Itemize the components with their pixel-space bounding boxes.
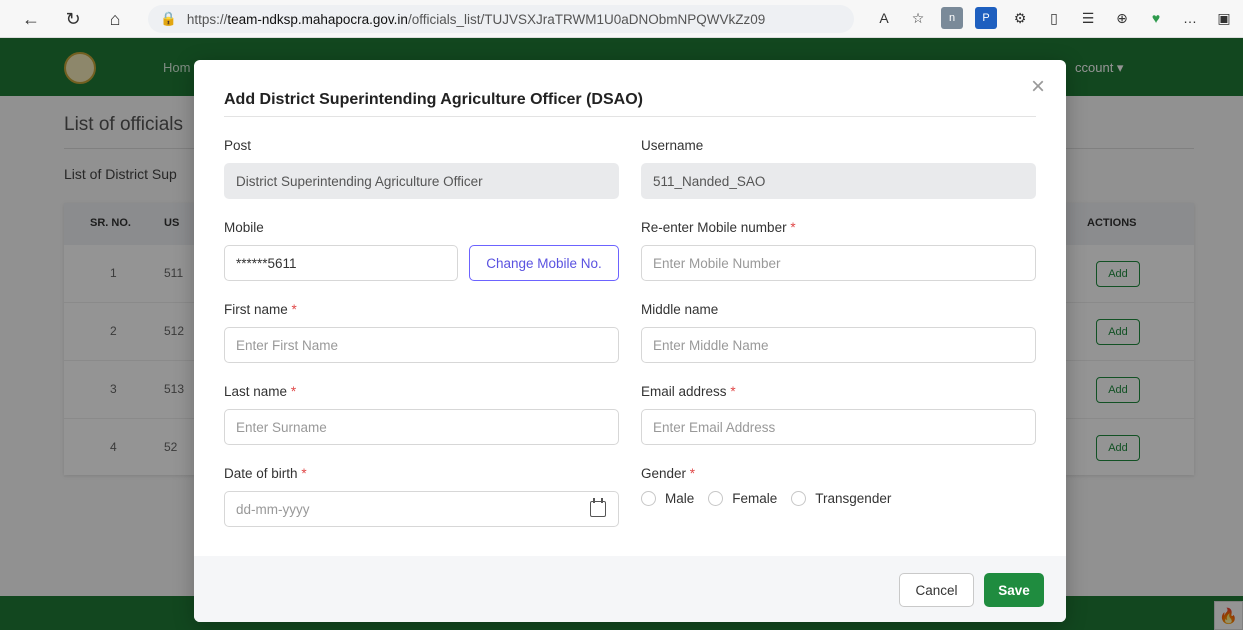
dob-placeholder: dd-mm-yyyy bbox=[236, 501, 310, 517]
lock-icon: 🔒 bbox=[160, 11, 177, 26]
url-prefix: https:// bbox=[186, 11, 228, 27]
first-name-label: First name * bbox=[224, 302, 297, 317]
required-marker: * bbox=[290, 384, 297, 399]
last-name-label-text: Last name bbox=[224, 384, 288, 399]
extension-blue-icon[interactable]: P bbox=[975, 7, 997, 29]
first-name-label-text: First name bbox=[224, 302, 288, 317]
gender-male-label[interactable]: Male bbox=[665, 491, 694, 506]
divider bbox=[224, 116, 1036, 117]
post-field: District Superintending Agriculture Offi… bbox=[224, 163, 619, 199]
gender-radio-group: Male Female Transgender bbox=[641, 491, 905, 506]
required-marker: * bbox=[301, 466, 307, 481]
save-button[interactable]: Save bbox=[984, 573, 1044, 607]
address-bar[interactable]: 🔒 https:// team-ndksp.mahapocra.gov.in /… bbox=[148, 5, 854, 33]
required-marker: * bbox=[689, 466, 696, 481]
close-icon[interactable]: × bbox=[1026, 75, 1050, 100]
gender-label: Gender * bbox=[641, 466, 695, 481]
required-marker: * bbox=[291, 302, 297, 317]
performance-icon[interactable]: ♥ bbox=[1145, 7, 1167, 29]
read-aloud-icon[interactable]: A bbox=[873, 7, 895, 29]
gender-male-radio[interactable] bbox=[641, 491, 656, 506]
gender-transgender-label[interactable]: Transgender bbox=[815, 491, 891, 506]
add-dsao-modal: Add District Superintending Agriculture … bbox=[194, 60, 1066, 622]
browser-extensions: A ☆ n P ⚙ ▯ ☰ ⊕ ♥ … ▣ bbox=[873, 7, 1235, 29]
first-name-input[interactable]: Enter First Name bbox=[224, 327, 619, 363]
url-path: /officials_list/TUJVSXJraTRWM1U0aDNObmNP… bbox=[407, 11, 766, 27]
calendar-icon[interactable] bbox=[590, 498, 606, 517]
username-field: 511_Nanded_SAO bbox=[641, 163, 1036, 199]
email-input[interactable]: Enter Email Address bbox=[641, 409, 1036, 445]
modal-title: Add District Superintending Agriculture … bbox=[224, 91, 643, 108]
home-icon[interactable]: ⌂ bbox=[102, 6, 128, 32]
favorites-icon[interactable]: ☰ bbox=[1077, 7, 1099, 29]
refresh-icon[interactable]: ↻ bbox=[60, 6, 86, 32]
favorite-icon[interactable]: ☆ bbox=[907, 7, 929, 29]
required-marker: * bbox=[790, 220, 796, 235]
gender-female-radio[interactable] bbox=[708, 491, 724, 506]
email-label: Email address * bbox=[641, 384, 736, 399]
middle-name-label: Middle name bbox=[641, 302, 719, 317]
back-arrow-icon[interactable]: ← bbox=[18, 6, 44, 32]
cancel-button[interactable]: Cancel bbox=[899, 573, 974, 607]
mobile-field[interactable]: ******5611 bbox=[224, 245, 458, 281]
browser-toolbar: ← ↻ ⌂ 🔒 https:// team-ndksp.mahapocra.go… bbox=[0, 0, 1243, 38]
more-icon[interactable]: … bbox=[1179, 7, 1201, 29]
email-label-text: Email address bbox=[641, 384, 727, 399]
extension-n-icon[interactable]: n bbox=[941, 7, 963, 29]
middle-name-input[interactable]: Enter Middle Name bbox=[641, 327, 1036, 363]
collections-icon[interactable]: ⊕ bbox=[1111, 7, 1133, 29]
reenter-mobile-input[interactable]: Enter Mobile Number bbox=[641, 245, 1036, 281]
modal-footer: Cancel Save bbox=[194, 556, 1066, 622]
last-name-label: Last name * bbox=[224, 384, 296, 399]
extensions-icon[interactable]: ⚙ bbox=[1009, 7, 1031, 29]
change-mobile-button[interactable]: Change Mobile No. bbox=[469, 245, 619, 281]
gender-label-text: Gender bbox=[641, 466, 687, 481]
sidebar-icon[interactable]: ▣ bbox=[1213, 7, 1235, 29]
dob-input[interactable]: dd-mm-yyyy bbox=[224, 491, 619, 527]
reenter-mobile-label: Re-enter Mobile number * bbox=[641, 220, 796, 235]
gender-female-label[interactable]: Female bbox=[732, 491, 777, 506]
username-label: Username bbox=[641, 138, 704, 153]
dob-label: Date of birth * bbox=[224, 466, 307, 481]
mobile-label: Mobile bbox=[224, 220, 264, 235]
required-marker: * bbox=[730, 384, 736, 399]
dob-label-text: Date of birth bbox=[224, 466, 298, 481]
last-name-input[interactable]: Enter Surname bbox=[224, 409, 619, 445]
post-label: Post bbox=[224, 138, 252, 153]
reenter-mobile-label-text: Re-enter Mobile number bbox=[641, 220, 787, 235]
split-screen-icon[interactable]: ▯ bbox=[1043, 7, 1065, 29]
gender-transgender-radio[interactable] bbox=[791, 491, 807, 506]
url-domain: team-ndksp.mahapocra.gov.in bbox=[227, 11, 408, 27]
